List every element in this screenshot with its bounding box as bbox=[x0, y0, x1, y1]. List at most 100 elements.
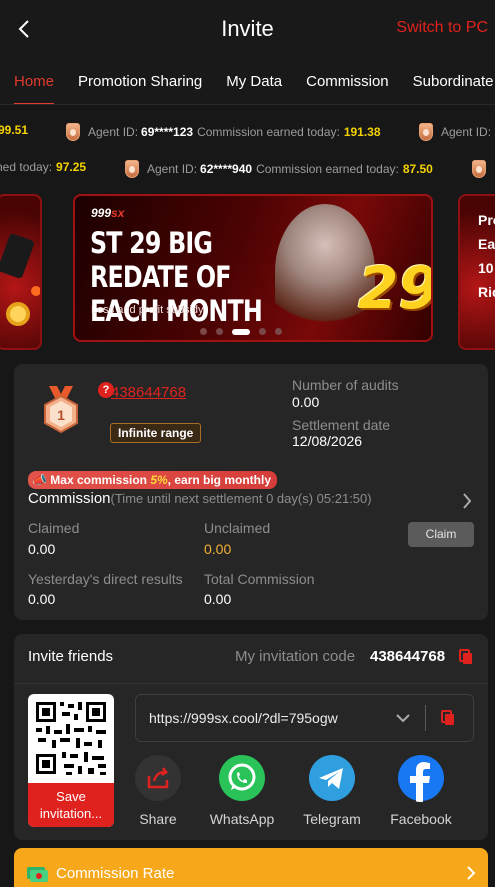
carousel-dot[interactable] bbox=[259, 328, 266, 335]
money-icon bbox=[27, 867, 48, 882]
promo-highlight: 5% bbox=[150, 473, 168, 487]
claimed-value: 0.00 bbox=[28, 541, 56, 557]
banner-logo-text: 999 bbox=[91, 206, 112, 220]
earnings-ticker-row: ned today: 97.25 Agent ID: 62****940 Com… bbox=[0, 158, 495, 182]
ticker-prefix: Agent ID: bbox=[147, 162, 198, 176]
facebook-label: Facebook bbox=[390, 811, 452, 827]
ticker-label: Commission earned today: bbox=[256, 162, 399, 176]
ticker-item: Agent ID: 62****940 Commission earned to… bbox=[125, 160, 433, 178]
ticker-amount: 97.25 bbox=[56, 160, 87, 174]
audits-label: Number of audits bbox=[292, 377, 399, 393]
back-arrow-icon[interactable] bbox=[14, 17, 36, 41]
banner-logo: 999sx bbox=[91, 206, 124, 220]
tab-promotion-sharing[interactable]: Promotion Sharing bbox=[78, 58, 202, 104]
megaphone-icon: 📣 bbox=[32, 473, 47, 487]
share-button[interactable]: Share bbox=[123, 754, 193, 827]
banner-logo-suffix: sx bbox=[111, 206, 125, 220]
agent-id-link[interactable]: 438644768 bbox=[111, 384, 186, 401]
whatsapp-button[interactable]: WhatsApp bbox=[207, 754, 277, 827]
ticker-amount: 99.51 bbox=[0, 123, 29, 137]
qr-code-image bbox=[36, 702, 106, 775]
carousel-dot[interactable] bbox=[275, 328, 282, 335]
invitation-code-label: My invitation code bbox=[235, 648, 356, 665]
medal-icon bbox=[472, 160, 486, 178]
ticker-label: ned today: bbox=[0, 160, 53, 174]
banner-carousel[interactable]: 999sx ST 29 BIG REDATE OF EACH MONTH Los… bbox=[0, 192, 495, 352]
tab-subordinate[interactable]: Subordinate bbox=[413, 58, 494, 104]
level-number: 1 bbox=[57, 407, 65, 423]
ticker-label: Commission earned today: bbox=[197, 125, 340, 139]
banner-prev-slide[interactable] bbox=[0, 194, 42, 350]
banner-big-number: 29 bbox=[358, 254, 433, 322]
settlement-date-label: Settlement date bbox=[292, 417, 391, 433]
medal-icon bbox=[419, 123, 433, 141]
unclaimed-value: 0.00 bbox=[204, 541, 232, 557]
claim-button[interactable]: Claim bbox=[408, 522, 474, 547]
qr-code-box[interactable]: Save invitation... bbox=[28, 694, 114, 827]
invite-title: Invite friends bbox=[28, 648, 114, 665]
tab-my-data[interactable]: My Data bbox=[226, 58, 282, 104]
share-label: Share bbox=[139, 811, 177, 827]
divider bbox=[425, 705, 426, 731]
ticker-item: 99.51 bbox=[0, 123, 28, 137]
chevron-right-icon bbox=[467, 866, 476, 880]
commission-rate-bar[interactable]: Commission Rate bbox=[14, 848, 488, 887]
ticker-item: Agent ID: 69****123 Commission earned to… bbox=[66, 123, 381, 141]
tab-commission[interactable]: Commission bbox=[306, 58, 389, 104]
carousel-dots bbox=[200, 328, 282, 335]
max-commission-banner: 📣 Max commission 5%, earn big monthly bbox=[28, 471, 278, 489]
ticker-agent-id: 69****123 bbox=[141, 125, 194, 139]
copy-link-icon[interactable] bbox=[441, 710, 455, 726]
claimed-label: Claimed bbox=[28, 520, 80, 536]
tab-bar: Home Promotion Sharing My Data Commissio… bbox=[0, 58, 495, 105]
chevron-right-icon[interactable] bbox=[462, 492, 472, 510]
banner-next-peek-text: Pro Ea 10 Ric bbox=[478, 212, 495, 300]
facebook-button[interactable]: Facebook bbox=[386, 754, 456, 827]
save-invitation-button[interactable]: Save invitation... bbox=[28, 783, 114, 827]
carousel-dot-active[interactable] bbox=[232, 328, 250, 335]
banner-subtitle: Loss and profit subsidy bbox=[91, 304, 204, 316]
yesterday-results-value: 0.00 bbox=[28, 591, 56, 607]
header-bar: Invite Switch to PC bbox=[0, 0, 495, 58]
ticker-item: Agent ID: bbox=[419, 123, 491, 141]
telegram-button[interactable]: Telegram bbox=[297, 754, 367, 827]
chevron-down-icon[interactable] bbox=[396, 712, 410, 724]
carousel-dot[interactable] bbox=[200, 328, 207, 335]
medal-icon bbox=[66, 123, 80, 141]
copy-code-icon[interactable] bbox=[459, 649, 473, 665]
commission-title-text: Commission bbox=[28, 490, 111, 507]
audits-value: 0.00 bbox=[292, 394, 320, 410]
banner-next-slide[interactable]: Pro Ea 10 Ric bbox=[458, 194, 495, 350]
ticker-agent-id: 62****940 bbox=[200, 162, 253, 176]
coin-icon bbox=[0, 233, 40, 326]
telegram-icon bbox=[309, 755, 355, 801]
invitation-code-value: 438644768 bbox=[370, 648, 446, 665]
total-commission-label: Total Commission bbox=[204, 571, 315, 587]
settlement-countdown: (Time until next settlement 0 day(s) 05:… bbox=[110, 491, 372, 506]
share-icon bbox=[135, 755, 181, 801]
settlement-date-value: 12/08/2026 bbox=[292, 433, 363, 449]
telegram-label: Telegram bbox=[303, 811, 361, 827]
level-badge-icon: 1 bbox=[44, 386, 78, 434]
ticker-item: ned today: 97.25 bbox=[0, 160, 86, 174]
tab-home[interactable]: Home bbox=[14, 58, 55, 104]
carousel-dot[interactable] bbox=[216, 328, 223, 335]
invite-friends-card: Invite friends My invitation code 438644… bbox=[14, 634, 488, 840]
unclaimed-label: Unclaimed bbox=[204, 520, 271, 536]
agent-commission-card: 1 ? 438644768 Infinite range Number of a… bbox=[14, 364, 488, 620]
range-badge: Infinite range bbox=[110, 423, 202, 443]
ticker-prefix: Agent ID: bbox=[441, 125, 492, 139]
commission-title[interactable]: Commission(Time until next settlement 0 … bbox=[28, 490, 372, 507]
switch-to-pc-link[interactable]: Switch to PC bbox=[396, 19, 488, 37]
divider bbox=[14, 683, 488, 684]
promo-suffix: , earn big monthly bbox=[167, 473, 272, 487]
earnings-ticker-row: 99.51 Agent ID: 69****123 Commission ear… bbox=[0, 121, 495, 145]
medal-icon bbox=[125, 160, 139, 178]
facebook-icon bbox=[398, 755, 444, 802]
invite-link-text: https://999sx.cool/?dl=795ogw bbox=[149, 710, 338, 726]
banner-slide-active[interactable]: 999sx ST 29 BIG REDATE OF EACH MONTH Los… bbox=[73, 194, 433, 342]
yesterday-results-label: Yesterday's direct results bbox=[28, 571, 183, 587]
invite-link-field[interactable]: https://999sx.cool/?dl=795ogw bbox=[135, 694, 474, 742]
total-commission-value: 0.00 bbox=[204, 591, 232, 607]
whatsapp-label: WhatsApp bbox=[209, 811, 275, 827]
